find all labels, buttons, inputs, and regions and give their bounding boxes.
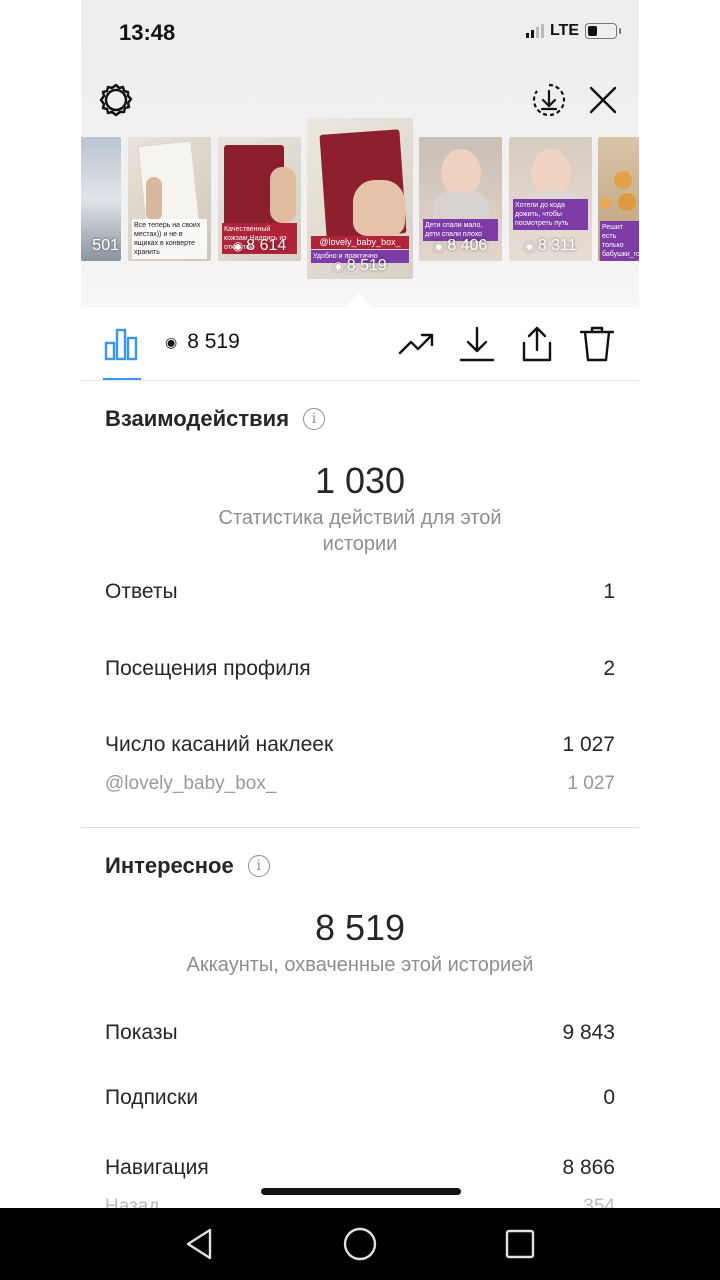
right-margin (639, 0, 720, 1208)
toolbar-views-count: 8 519 (187, 330, 240, 353)
save-button[interactable] (457, 324, 497, 364)
story-toolbar: ◉ 8 519 (81, 308, 639, 381)
stat-label: Назад (105, 1196, 160, 1208)
stat-label: @lovely_baby_box_ (105, 773, 277, 794)
thumbnail-caption: @lovely_baby_box_ (311, 236, 409, 249)
stat-value: 354 (583, 1196, 615, 1208)
share-icon (522, 326, 552, 362)
discovery-title: Интересное (105, 853, 234, 878)
stat-value: 1 (603, 580, 615, 603)
thumbnail-views: ◉ 8 406 (433, 237, 488, 254)
stat-label: Подписки (105, 1086, 199, 1109)
interactions-total: 1 030 (314, 460, 406, 501)
back-button[interactable] (178, 1222, 222, 1266)
stat-label: Показы (105, 1021, 178, 1044)
stat-value: 1 027 (567, 773, 615, 794)
stat-value: 8 866 (562, 1156, 615, 1179)
network-label: LTE (549, 22, 579, 39)
stat-row-replies: Ответы 1 (105, 580, 615, 604)
thumbnail-caption: Хотели до кода дожить, чтобы посмотреть … (513, 199, 588, 230)
eye-icon: ◉ (524, 239, 535, 253)
trash-icon (579, 326, 615, 362)
back-triangle-icon (186, 1228, 212, 1260)
status-indicators: LTE (525, 22, 621, 40)
eye-icon: ◉ (165, 333, 178, 350)
story-thumbnail[interactable]: Качественный кожзам Надпись из открыток … (218, 137, 301, 261)
stat-row-impressions: Показы 9 843 (105, 1021, 615, 1045)
settings-button[interactable] (96, 80, 136, 120)
stat-subrow-mention: @lovely_baby_box_ 1 027 (105, 773, 615, 795)
stat-label: Навигация (105, 1156, 209, 1179)
battery-icon (585, 23, 621, 39)
bar-chart-icon (104, 328, 138, 361)
stats-tab[interactable] (101, 324, 141, 364)
story-thumbnail[interactable]: Решит есть только бабушки_готовят (598, 137, 639, 261)
recents-square-icon (505, 1229, 535, 1259)
discovery-total: 8 519 (314, 907, 406, 948)
stat-row-follows: Подписки 0 (105, 1086, 615, 1110)
thumbnail-caption: Решит есть только бабушки_готовят (600, 221, 639, 261)
gear-icon (99, 83, 133, 117)
download-story-button[interactable] (529, 80, 569, 120)
story-thumbnails: 501 Все теперь на своих местах)) и не в … (81, 118, 639, 282)
home-circle-icon (343, 1227, 377, 1261)
stat-row-profile-visits: Посещения профиля 2 (105, 657, 615, 681)
download-circle-icon (532, 83, 566, 117)
close-icon (589, 86, 617, 114)
stat-value: 1 027 (562, 733, 615, 756)
stat-subrow-back: Назад 354 (105, 1196, 615, 1208)
info-icon[interactable]: i (247, 855, 270, 877)
thumbnail-caption: Все теперь на своих местах)) и не в ящик… (132, 219, 207, 259)
interactions-title: Взаимодействия (105, 406, 290, 431)
delete-button[interactable] (577, 324, 617, 364)
recents-button[interactable] (498, 1222, 542, 1266)
status-time: 13:48 (119, 20, 176, 45)
discovery-section-title: Интересное i (105, 853, 270, 879)
interactions-section-title: Взаимодействия i (105, 406, 326, 432)
thumbnail-views: ◉ 8 614 (232, 237, 287, 254)
stat-row-navigation: Навигация 8 866 (105, 1156, 615, 1180)
eye-icon: ◉ (433, 239, 445, 253)
stats-tab-indicator (103, 378, 141, 380)
story-thumbnail[interactable]: Дети спали мало, дети спали плохо ◉ 8 406 (419, 137, 502, 261)
toolbar-views: ◉ 8 519 (165, 330, 240, 354)
signal-icon (525, 24, 544, 38)
trending-icon (398, 333, 434, 355)
promote-button[interactable] (397, 324, 437, 364)
share-button[interactable] (517, 324, 557, 364)
eye-icon: ◉ (333, 259, 344, 273)
download-icon (459, 326, 495, 362)
info-icon[interactable]: i (303, 408, 326, 430)
story-thumbnail[interactable]: Все теперь на своих местах)) и не в ящик… (128, 137, 211, 261)
interactions-description: Статистика действий для этой истории (218, 507, 502, 555)
stat-row-sticker-taps: Число касаний наклеек 1 027 (105, 733, 615, 757)
home-button[interactable] (338, 1222, 382, 1266)
stat-value: 9 843 (562, 1021, 615, 1044)
discovery-description: Аккаунты, охваченные этой историей (186, 954, 534, 976)
thumbnail-views: ◉ 8 311 (524, 237, 577, 254)
stat-label: Ответы (105, 580, 178, 603)
eye-icon: ◉ (232, 239, 244, 253)
story-thumbnail-selected[interactable]: @lovely_baby_box_ Удобно и практично ◉ 8 … (307, 118, 413, 279)
left-margin (0, 0, 81, 1208)
thumbnail-views: 501 (92, 237, 119, 254)
android-nav-bar (0, 1208, 720, 1280)
thumbnail-views: ◉ 8 519 (333, 257, 387, 274)
stat-label: Число касаний наклеек (105, 733, 334, 756)
phone-screen: 13:48 LTE 501 Все теперь на своих местах… (81, 0, 639, 1208)
stat-value: 2 (603, 657, 615, 680)
home-indicator[interactable] (261, 1188, 461, 1195)
story-thumbnail[interactable]: 501 (81, 137, 121, 261)
stat-value: 0 (603, 1086, 615, 1109)
stat-label: Посещения профиля (105, 657, 311, 680)
section-divider (81, 827, 639, 828)
close-button[interactable] (583, 80, 623, 120)
selected-pointer (345, 292, 373, 308)
story-thumbnail[interactable]: Хотели до кода дожить, чтобы посмотреть … (509, 137, 592, 261)
